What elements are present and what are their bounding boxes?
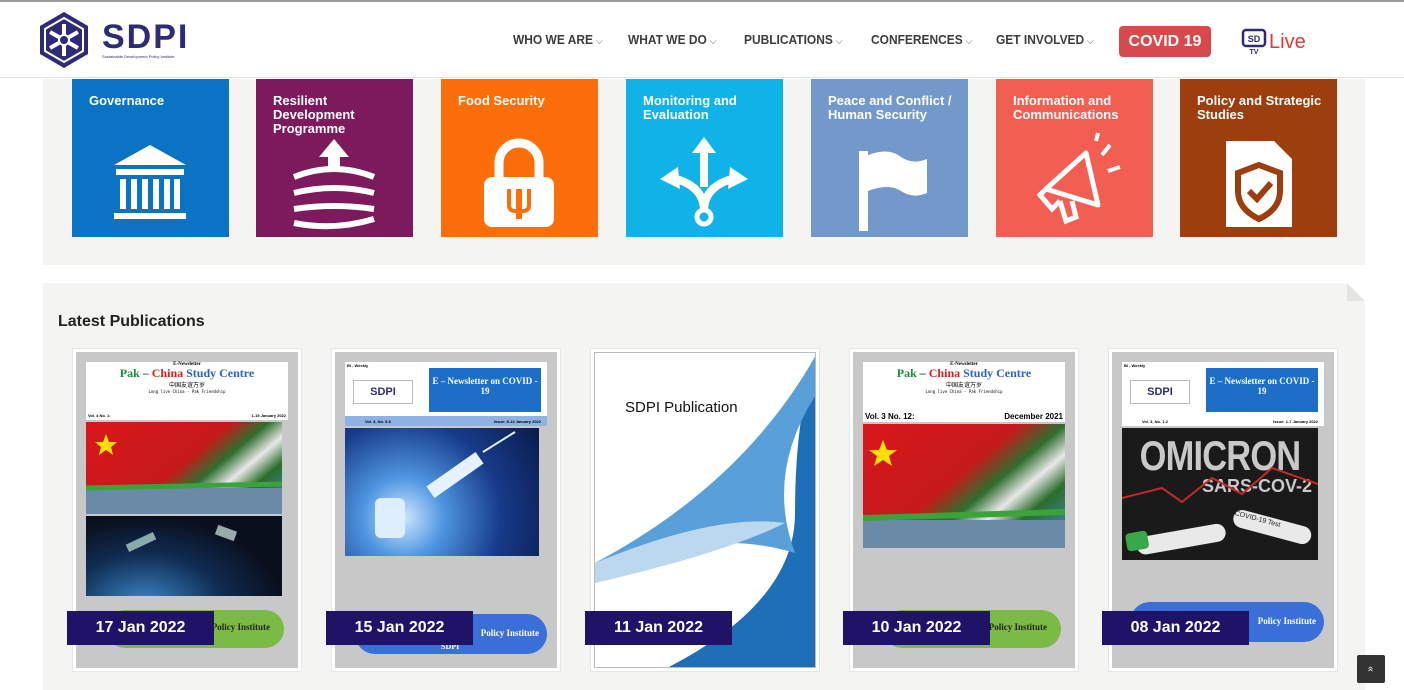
logo-subtitle: Sustainable Development Policy Institute [102,54,175,59]
cover-title: E – Newsletter on COVID - 19 [1206,368,1318,412]
scroll-to-top-button[interactable]: » [1357,655,1385,683]
theme-title: Governance [89,93,165,108]
white-flag-icon [859,151,927,231]
cover-masthead: Bi - Weekly SDPI E – Newsletter on COVID… [345,362,547,416]
chevron-down-icon: ⌵ [965,36,973,47]
cover-masthead: E-Newsletter Pak – China Study Centre 中国… [86,362,288,412]
cover-title: E – Newsletter on COVID - 19 [429,368,541,412]
chevron-down-icon: ⌵ [1086,36,1094,47]
cover-tagline: Long live China - Pak Friendship [925,389,1003,394]
live-label: Live [1269,30,1306,53]
cover-flags-image [862,424,1066,548]
cover-title: Pak – China Study Centre [119,366,255,380]
nav-label: CONFERENCES [871,32,963,47]
latest-publications-heading: Latest Publications [58,313,205,330]
publication-date-tag[interactable]: 11 Jan 2022 [585,611,732,645]
theme-tile-peace-conflict[interactable]: Peace and Conflict / Human Security [811,79,968,237]
cover-title: Pak – China Study Centre [896,366,1032,380]
nav-label: WHO WE ARE [513,32,593,47]
theme-title: Peace and Conflict / Human Security [828,93,952,122]
double-chevron-up-icon: » [1365,666,1376,672]
cover-omicron-image: OMICRON SARS-COV-2 COVID-19 Test [1122,428,1318,560]
publication-date-tag[interactable]: 17 Jan 2022 [67,611,214,645]
theme-tile-resilient-development[interactable]: Resilient Development Programme [256,79,413,237]
sdpi-badge: SDPI [353,380,413,404]
nav-publications[interactable]: PUBLICATIONS ⌵ [744,32,843,47]
megaphone-icon [1036,132,1121,225]
cover-flags-image [85,422,283,514]
theme-title: Monitoring and Evaluation [643,93,737,122]
theme-tile-information-communications[interactable]: Information and Communications [996,79,1153,237]
site-header: SDPI Sustainable Development Policy Inst… [0,0,1404,78]
nav-get-involved[interactable]: GET INVOLVED ⌵ [996,32,1094,47]
page: SDPI Sustainable Development Policy Inst… [0,0,1404,690]
theme-tile-governance[interactable]: Governance [72,79,229,237]
cover-chinese: 中国友谊万岁 [945,382,982,389]
theme-title: Information and Communications [1013,93,1119,122]
svg-text:SD: SD [1248,34,1261,44]
shield-document-icon [1226,141,1292,227]
theme-tile-food-security[interactable]: Food Security [441,79,598,237]
svg-text:TV: TV [1250,49,1259,56]
branching-arrows-icon [660,137,748,227]
food-lock-icon [484,138,554,227]
cover-masthead: E-Newsletter Pak – China Study Centre 中国… [863,362,1065,412]
theme-tile-policy-strategic[interactable]: Policy and Strategic Studies [1180,79,1337,237]
resilience-arrow-icon [292,139,376,230]
publication-date-tag[interactable]: 15 Jan 2022 [326,611,473,645]
sdpi-tv-logo-icon: SD TV [1241,28,1267,56]
cover-chinese: 中国友谊万岁 [168,382,205,389]
covid-19-button[interactable]: COVID 19 [1119,26,1211,57]
theme-title: Policy and Strategic Studies [1197,93,1322,122]
chevron-down-icon: ⌵ [835,36,843,47]
cover-satellite-image [86,516,282,596]
publication-date-tag[interactable]: 10 Jan 2022 [843,611,990,645]
sdpi-tv-live-link[interactable]: SD TV Live [1241,28,1306,56]
nav-label: GET INVOLVED [996,32,1085,47]
sdpi-badge: SDPI [1130,380,1190,404]
cover-vaccine-image [345,428,539,556]
nav-label: PUBLICATIONS [744,32,833,47]
cover-vol-row: Vol. 3, No. 1-2 Issue: 1-7 January 2022 [1122,416,1324,426]
theme-title: Food Security [458,93,545,108]
chevron-down-icon: ⌵ [595,36,603,47]
nav-what-we-do[interactable]: WHAT WE DO ⌵ [628,32,717,47]
theme-tile-monitoring-evaluation[interactable]: Monitoring and Evaluation [626,79,783,237]
chevron-down-icon: ⌵ [709,36,717,47]
pillars-building-icon [114,145,186,219]
cover-tagline: Long live China - Pak Friendship [148,389,226,394]
nav-who-we-are[interactable]: WHO WE ARE ⌵ [513,32,603,47]
nav-label: WHAT WE DO [628,32,707,47]
cover-vol-row: Vol. 4 No. 1: 1-15 January 2022 [86,412,288,420]
theme-title: Resilient Development Programme [273,93,355,136]
cover-masthead: Bi - Weekly SDPI E – Newsletter on COVID… [1122,362,1324,416]
cover-vol-row: Vol. 3, No. 5-6 Issue: 8-14 January 2022 [345,416,547,426]
publication-date-tag[interactable]: 08 Jan 2022 [1102,611,1249,645]
page-fold-corner [1347,283,1365,301]
nav-conferences[interactable]: CONFERENCES ⌵ [871,32,972,47]
cover-vol-row: Vol. 3 No. 12: December 2021 [863,412,1065,422]
